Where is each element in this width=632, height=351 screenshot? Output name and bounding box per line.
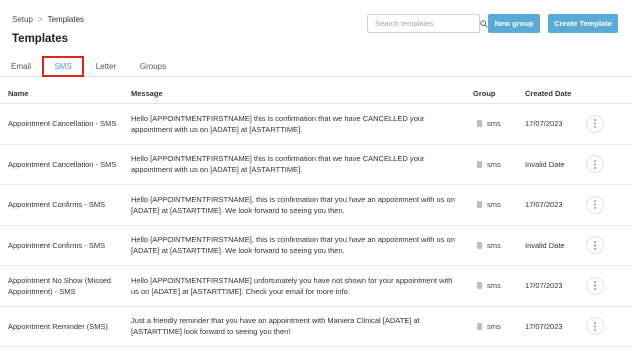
- more-vertical-icon: [594, 200, 596, 210]
- more-vertical-icon: [594, 281, 596, 291]
- created-date: 17/07/2023: [525, 119, 563, 129]
- row-actions: [585, 226, 605, 266]
- row-actions: [585, 145, 605, 185]
- document-icon: [477, 241, 482, 249]
- search-button[interactable]: [479, 15, 488, 32]
- more-vertical-icon: [594, 240, 596, 250]
- template-message: Hello [APPOINTMENTFIRSTNAME], this is co…: [131, 235, 455, 256]
- table-row[interactable]: Appointment Reminder (SMS) Just a friend…: [0, 307, 632, 347]
- group-label: sms: [487, 321, 501, 331]
- template-group: sms: [477, 145, 517, 185]
- templates-table: Name Message Group Created Date Appointm…: [0, 82, 632, 347]
- search-icon: [480, 19, 488, 28]
- tab-groups[interactable]: Groups: [135, 57, 171, 76]
- new-group-button[interactable]: New group: [488, 14, 540, 33]
- template-name[interactable]: Appointment No Show (Missed Appointment)…: [8, 266, 123, 306]
- row-actions: [585, 185, 605, 225]
- document-icon: [477, 322, 482, 330]
- tab-letter[interactable]: Letter: [90, 57, 122, 76]
- tab-email[interactable]: Email: [5, 57, 37, 76]
- table-row[interactable]: Appointment No Show (Missed Appointment)…: [0, 266, 632, 307]
- more-actions-button[interactable]: [586, 195, 604, 214]
- template-tabs: Email SMS Letter Groups: [0, 56, 632, 77]
- document-icon: [477, 282, 482, 290]
- template-name[interactable]: Appointment Reminder (SMS): [8, 307, 123, 347]
- document-icon: [477, 201, 482, 209]
- created-date: Invalid Date: [525, 240, 565, 250]
- template-message: Just a friendly reminder that you have a…: [131, 316, 420, 337]
- more-actions-button[interactable]: [586, 114, 604, 133]
- column-header-group[interactable]: Group: [473, 89, 496, 98]
- template-message: Hello [APPOINTMENTFIRSTNAME] this is con…: [131, 154, 425, 175]
- table-header: Name Message Group Created Date: [0, 82, 632, 104]
- breadcrumb-current: Templates: [47, 15, 85, 24]
- created-date: Invalid Date: [525, 159, 565, 169]
- template-message: Hello [APPOINTMENTFIRSTNAME] unfortunate…: [131, 275, 453, 296]
- group-label: sms: [487, 281, 501, 291]
- template-name[interactable]: Appointment Cancellation - SMS: [8, 104, 123, 144]
- created-date: 17/07/2023: [525, 200, 563, 210]
- document-icon: [477, 160, 482, 168]
- row-actions: [585, 307, 605, 347]
- more-actions-button[interactable]: [586, 155, 604, 174]
- breadcrumb-setup-link[interactable]: Setup: [12, 15, 33, 24]
- more-actions-button[interactable]: [586, 276, 604, 295]
- create-template-button[interactable]: Create Template: [548, 14, 618, 33]
- column-header-created[interactable]: Created Date: [525, 89, 571, 98]
- template-message: Hello [APPOINTMENTFIRSTNAME] this is con…: [131, 113, 425, 134]
- template-message: Hello [APPOINTMENTFIRSTNAME], this is co…: [131, 194, 455, 215]
- search-input[interactable]: [368, 15, 479, 32]
- column-header-name[interactable]: Name: [8, 89, 28, 98]
- row-actions: [585, 104, 605, 144]
- more-vertical-icon: [594, 119, 596, 129]
- group-label: sms: [487, 200, 501, 210]
- column-header-message[interactable]: Message: [131, 89, 163, 98]
- search-box: [367, 14, 488, 33]
- page-title: Templates: [12, 33, 69, 45]
- breadcrumb: Setup > Templates: [12, 15, 84, 24]
- table-row[interactable]: Appointment Confirms - SMS Hello [APPOIN…: [0, 226, 632, 266]
- document-icon: [477, 120, 482, 128]
- header: Setup > Templates Templates New group Cr…: [0, 0, 632, 52]
- template-name[interactable]: Appointment Confirms - SMS: [8, 226, 123, 266]
- table-row[interactable]: Appointment Confirms - SMS Hello [APPOIN…: [0, 185, 632, 226]
- breadcrumb-separator: >: [37, 15, 43, 24]
- table-row[interactable]: Appointment Cancellation - SMS Hello [AP…: [0, 104, 632, 145]
- more-vertical-icon: [594, 159, 596, 169]
- template-name[interactable]: Appointment Confirms - SMS: [8, 185, 123, 225]
- template-group: sms: [477, 307, 517, 347]
- table-row[interactable]: Appointment Cancellation - SMS Hello [AP…: [0, 145, 632, 185]
- template-name[interactable]: Appointment Cancellation - SMS: [8, 145, 123, 185]
- template-group: sms: [477, 226, 517, 266]
- created-date: 17/07/2023: [525, 281, 563, 291]
- created-date: 17/07/2023: [525, 321, 563, 331]
- more-vertical-icon: [594, 321, 596, 331]
- group-label: sms: [487, 159, 501, 169]
- template-group: sms: [477, 185, 517, 225]
- group-label: sms: [487, 240, 501, 250]
- tab-sms[interactable]: SMS: [42, 56, 84, 77]
- group-label: sms: [487, 119, 501, 129]
- template-group: sms: [477, 266, 517, 306]
- row-actions: [585, 266, 605, 306]
- more-actions-button[interactable]: [586, 236, 604, 255]
- more-actions-button[interactable]: [586, 317, 604, 336]
- template-group: sms: [477, 104, 517, 144]
